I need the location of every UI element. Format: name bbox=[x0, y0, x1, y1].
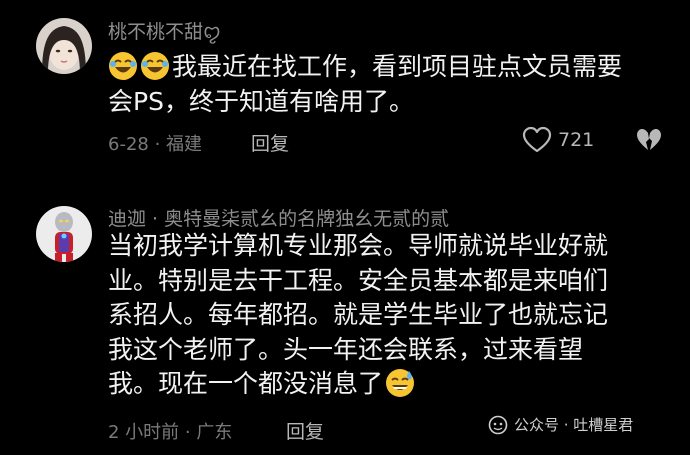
comment-text: 当初我学计算机专业那会。导师就说毕业好就 业。特别是去干工程。安全员基本都是来咱… bbox=[108, 229, 674, 402]
heart-outline-icon bbox=[522, 126, 552, 153]
comment-text-line: 我。现在一个都没消息了 bbox=[108, 367, 674, 402]
like-button[interactable]: 721 bbox=[522, 126, 594, 154]
comment-item: 桃不桃不甜ꨄ︎ 我最近在找工作，看到项目驻点文员需要 会PS，终于知道有啥用了。… bbox=[0, 0, 690, 190]
comment-text-segment: 我。现在一个都没消息了 bbox=[108, 369, 384, 398]
like-count: 721 bbox=[558, 129, 595, 151]
broken-heart-icon bbox=[637, 129, 661, 150]
wechat-official-account-icon bbox=[488, 415, 508, 434]
rofl-emoji bbox=[141, 52, 169, 80]
comment-meta: 6-28 · 福建 bbox=[108, 134, 203, 155]
reply-button[interactable]: 回复 bbox=[251, 129, 289, 156]
watermark-text: 公众号 · 吐槽星君 bbox=[514, 416, 634, 434]
rofl-emoji bbox=[109, 52, 137, 80]
dislike-button[interactable] bbox=[636, 128, 662, 156]
comment-meta: 2 小时前 · 广东 bbox=[108, 422, 233, 443]
avatar[interactable] bbox=[36, 18, 92, 74]
reply-button[interactable]: 回复 bbox=[286, 417, 324, 444]
comment-text-line: 我这个老师了。头一年还会联系，过来看望 bbox=[108, 334, 584, 364]
username[interactable]: 桃不桃不甜ꨄ︎ bbox=[108, 17, 221, 45]
username[interactable]: 迪迦 · 奥特曼柒贰幺的名牌独幺无贰的贰 bbox=[108, 204, 449, 231]
comment-text: 我最近在找工作，看到项目驻点文员需要 会PS，终于知道有啥用了。 bbox=[108, 50, 674, 119]
comment-text-segment: 我最近在找工作，看到项目驻点文员需要 bbox=[172, 52, 623, 81]
watermark: 公众号 · 吐槽星君 bbox=[488, 414, 633, 435]
comment-text-line: 业。特别是去干工程。安全员基本都是来咱们 bbox=[108, 265, 609, 295]
comment-text-line: 当初我学计算机专业那会。导师就说毕业好就 bbox=[108, 231, 609, 260]
avatar[interactable] bbox=[36, 206, 92, 262]
sweat-smile-emoji bbox=[386, 369, 415, 397]
comment-text-line: 我最近在找工作，看到项目驻点文员需要 bbox=[108, 50, 674, 85]
comment-text-line: 会PS，终于知道有啥用了。 bbox=[108, 86, 414, 116]
comment-text-line: 系招人。每年都招。就是学生毕业了也就忘记 bbox=[108, 300, 609, 329]
